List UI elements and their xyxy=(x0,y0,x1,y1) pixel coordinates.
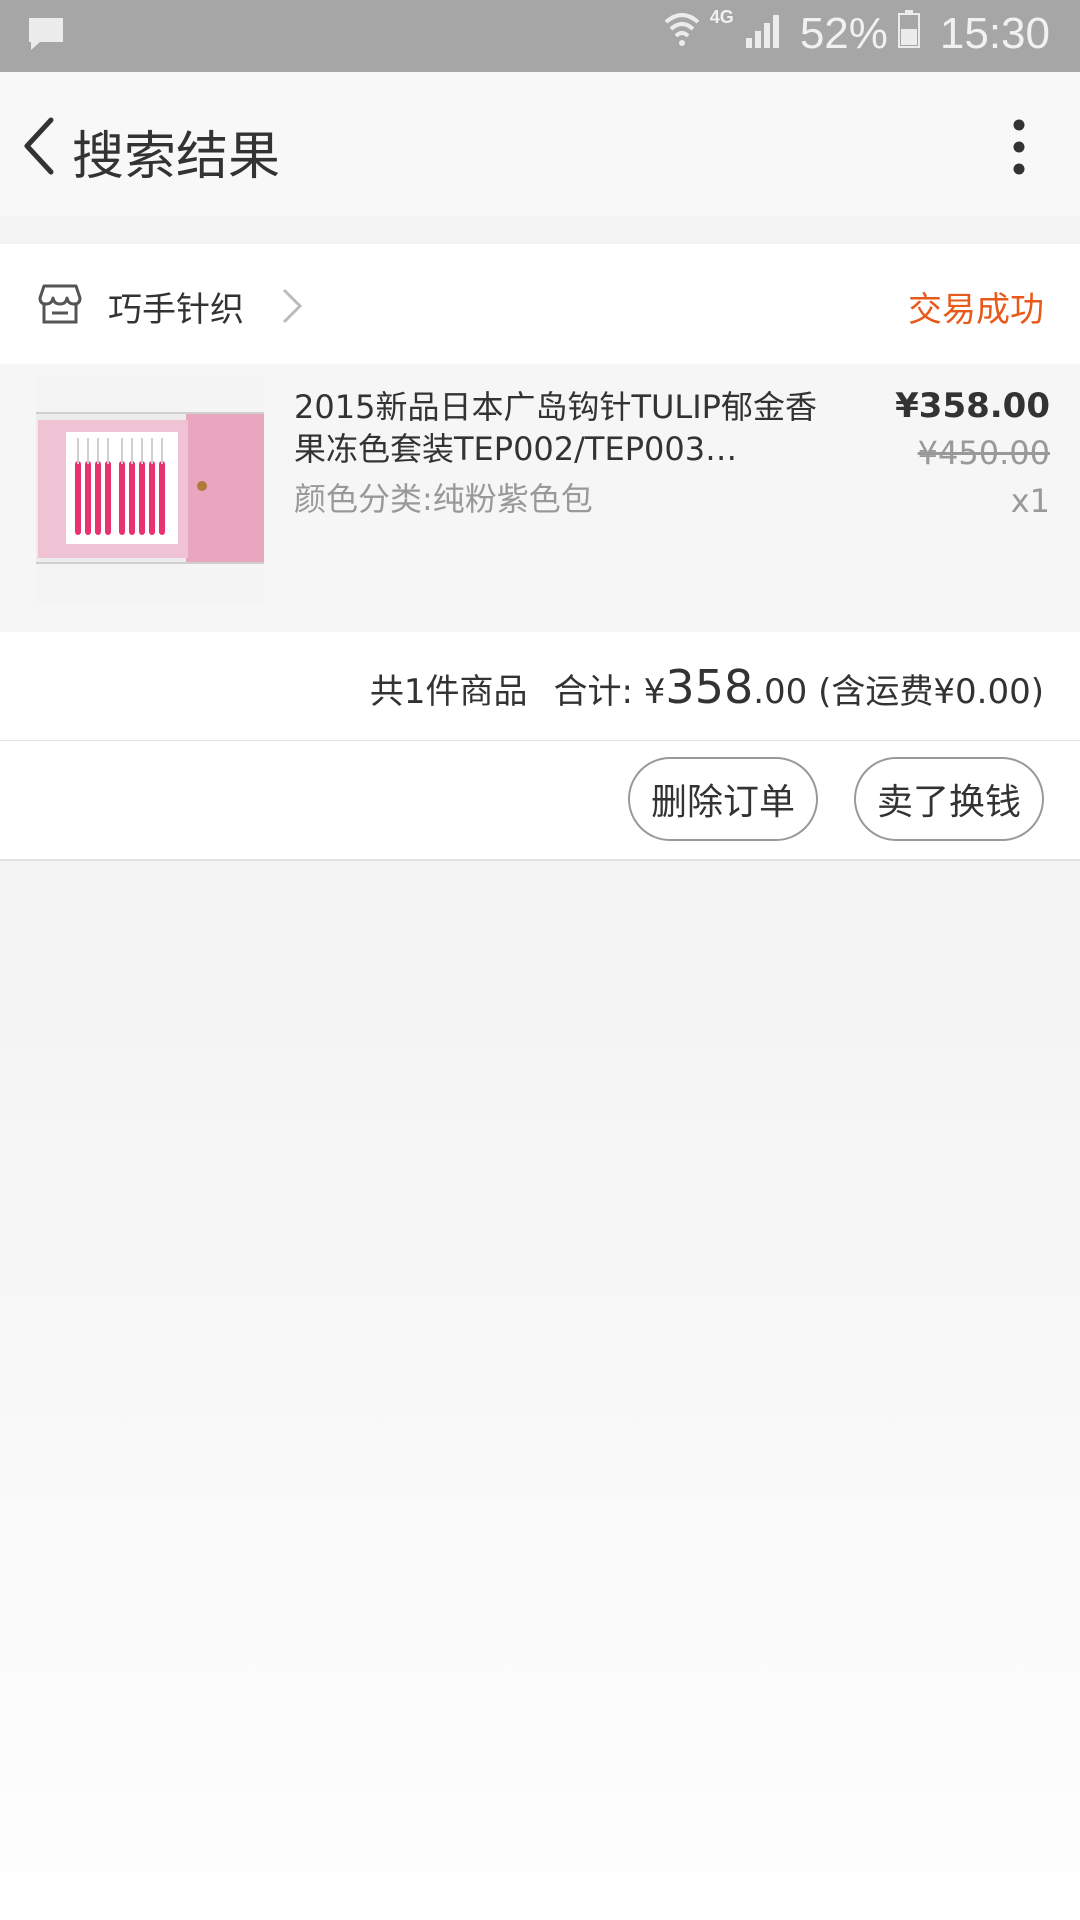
shop-row[interactable]: 巧手针织 交易成功 xyxy=(0,244,1080,364)
order-actions: 删除订单 卖了换钱 xyxy=(0,741,1080,861)
page-title: 搜索结果 xyxy=(72,127,281,187)
product-sku: 颜色分类:纯粉紫色包 xyxy=(294,480,593,518)
chat-icon xyxy=(26,16,66,58)
chevron-right-icon xyxy=(280,286,304,330)
wifi-icon xyxy=(664,8,700,59)
product-price: ¥358.00 xyxy=(895,386,1050,426)
delete-order-button[interactable]: 删除订单 xyxy=(628,757,818,841)
product-quantity: x1 xyxy=(1010,482,1050,520)
battery-icon xyxy=(897,9,920,59)
total-label: 合计: ¥ xyxy=(553,672,666,712)
more-vertical-icon[interactable] xyxy=(994,112,1044,182)
signal-icon xyxy=(744,9,784,59)
store-icon xyxy=(38,282,82,330)
product-original-price: ¥450.00 xyxy=(917,434,1050,472)
shipping-fee: (含运费¥0.00) xyxy=(818,672,1044,712)
back-arrow-icon[interactable] xyxy=(8,106,68,186)
item-count: 共1件商品 xyxy=(369,672,528,712)
total-amount: 358 xyxy=(665,660,754,714)
order-card: 巧手针织 交易成功 2015新品日本广岛钩针TULIP郁金香果冻色套装TEP00… xyxy=(0,244,1080,861)
status-bar: 4G 52% 15:30 xyxy=(0,0,1080,72)
app-bar: 搜索结果 xyxy=(0,72,1080,216)
product-item[interactable]: 2015新品日本广岛钩针TULIP郁金香果冻色套装TEP002/TEP003… … xyxy=(0,364,1080,632)
shop-name[interactable]: 巧手针织 xyxy=(108,282,244,331)
product-title[interactable]: 2015新品日本广岛钩针TULIP郁金香果冻色套装TEP002/TEP003… xyxy=(294,386,834,470)
summary-text: 共1件商品 合计: ¥358.00 (含运费¥0.00) xyxy=(370,660,1044,714)
sell-for-cash-button[interactable]: 卖了换钱 xyxy=(854,757,1044,841)
order-summary: 共1件商品 合计: ¥358.00 (含运费¥0.00) xyxy=(0,632,1080,741)
network-type: 4G xyxy=(709,7,734,27)
clock: 15:30 xyxy=(939,8,1050,58)
order-status: 交易成功 xyxy=(908,290,1044,330)
battery-percent: 52% xyxy=(799,8,888,58)
product-thumbnail[interactable] xyxy=(36,376,264,604)
total-decimal: .00 xyxy=(753,672,808,712)
